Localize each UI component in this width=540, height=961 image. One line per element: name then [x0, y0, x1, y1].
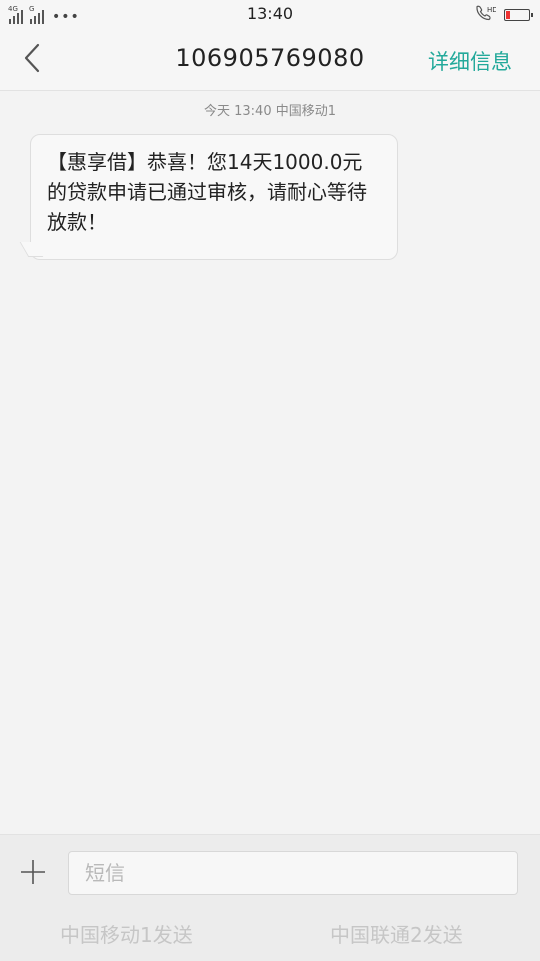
- send-sim2-button[interactable]: 中国联通2发送: [330, 919, 463, 948]
- message-text: 【惠享借】恭喜！您14天1000.0元的贷款申请已通过审核，请耐心等待放款！: [47, 150, 367, 234]
- phone-hd-icon: HD: [474, 5, 498, 25]
- status-bar: 4G G ••• 13:40 HD: [0, 0, 540, 28]
- svg-text:HD: HD: [487, 6, 496, 14]
- message-input[interactable]: [68, 851, 518, 895]
- status-right: HD: [474, 5, 533, 25]
- status-time: 13:40: [246, 4, 294, 23]
- battery-level: [506, 11, 510, 19]
- conversation-header: 106905769080 详细信息: [0, 28, 540, 91]
- plus-icon: [18, 857, 48, 891]
- received-message-bubble[interactable]: 【惠享借】恭喜！您14天1000.0元的贷款申请已通过审核，请耐心等待放款！: [30, 134, 398, 260]
- send-options: 中国移动1发送 中国联通2发送: [0, 919, 540, 949]
- message-timestamp: 今天 13:40 中国移动1: [204, 104, 336, 119]
- send-sim1-button[interactable]: 中国移动1发送: [60, 919, 193, 948]
- battery-icon: [504, 9, 533, 21]
- add-attachment-button[interactable]: [14, 855, 52, 893]
- composer-bar: 中国移动1发送 中国联通2发送: [0, 834, 540, 961]
- details-button[interactable]: 详细信息: [428, 46, 512, 76]
